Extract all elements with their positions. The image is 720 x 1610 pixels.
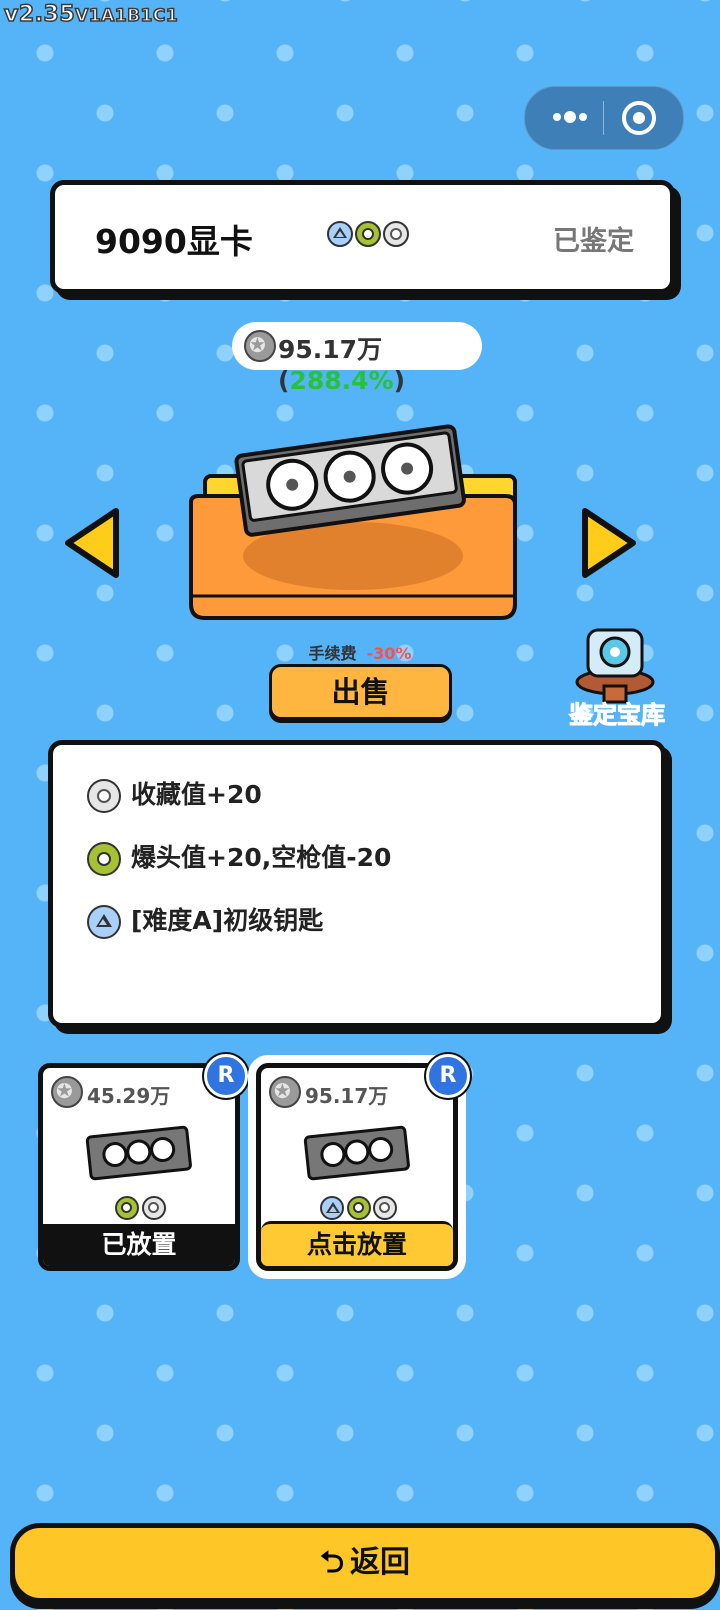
item-title-card: 9090显卡 已鉴定	[50, 180, 675, 294]
price-pill: 95.17万(288.4%)	[232, 322, 482, 395]
effect-item: 爆头值+20,空枪值-20	[87, 838, 391, 876]
triangle-icon	[320, 1196, 345, 1220]
coin-icon	[269, 1076, 301, 1108]
version-label: v2.35V1A1B1C1	[3, 1, 179, 28]
gray-ring-icon	[141, 1196, 166, 1220]
triangle-icon	[87, 905, 121, 939]
close-target-icon[interactable]	[618, 97, 660, 139]
miniprogram-capsule	[524, 86, 684, 150]
triangle-icon	[327, 221, 353, 247]
gray-ring-icon	[372, 1196, 397, 1220]
slot-status: 已放置	[43, 1224, 235, 1266]
graphics-card-icon	[85, 1125, 192, 1181]
sell-button[interactable]: 出售	[269, 664, 452, 720]
next-arrow-icon[interactable]	[575, 503, 641, 583]
card-slot-1[interactable]: 45.29万 已放置	[38, 1063, 240, 1271]
rank-badge: R	[204, 1054, 248, 1098]
effect-item: 收藏值+20	[87, 775, 262, 813]
return-arrow-icon: ⮌	[319, 1545, 345, 1580]
coin-icon	[51, 1076, 83, 1108]
item-name: 9090显卡	[95, 222, 253, 261]
slot-price: 95.17万	[305, 1084, 389, 1108]
place-button[interactable]: 点击放置	[261, 1221, 453, 1266]
gray-ring-icon	[383, 221, 410, 247]
price-change: 288.4%	[289, 366, 394, 395]
item-badges	[327, 221, 410, 247]
green-ring-icon	[87, 842, 121, 876]
graphics-card-display	[189, 424, 517, 620]
back-button[interactable]: ⮌ 返回	[10, 1523, 720, 1603]
slot-badges	[261, 1196, 453, 1220]
more-icon[interactable]	[545, 97, 595, 137]
effects-panel: 收藏值+20 爆头值+20,空枪值-20 [难度A]初级钥匙	[48, 740, 666, 1028]
gray-ring-icon	[87, 779, 121, 813]
green-ring-icon	[115, 1196, 140, 1220]
item-price: 95.17万	[278, 335, 383, 364]
prev-arrow-icon[interactable]	[60, 503, 126, 583]
card-slot-2[interactable]: 95.17万 点击放置	[248, 1055, 466, 1279]
slot-price: 45.29万	[87, 1084, 171, 1108]
coin-icon	[244, 330, 276, 362]
effect-item: [难度A]初级钥匙	[87, 901, 323, 939]
vault-label[interactable]: 鉴定宝库	[552, 695, 682, 730]
rank-badge: R	[426, 1054, 470, 1098]
graphics-card-icon	[303, 1125, 410, 1181]
item-status: 已鉴定	[553, 226, 634, 257]
slot-badges	[43, 1196, 235, 1220]
green-ring-icon	[346, 1196, 371, 1220]
green-ring-icon	[355, 221, 382, 247]
